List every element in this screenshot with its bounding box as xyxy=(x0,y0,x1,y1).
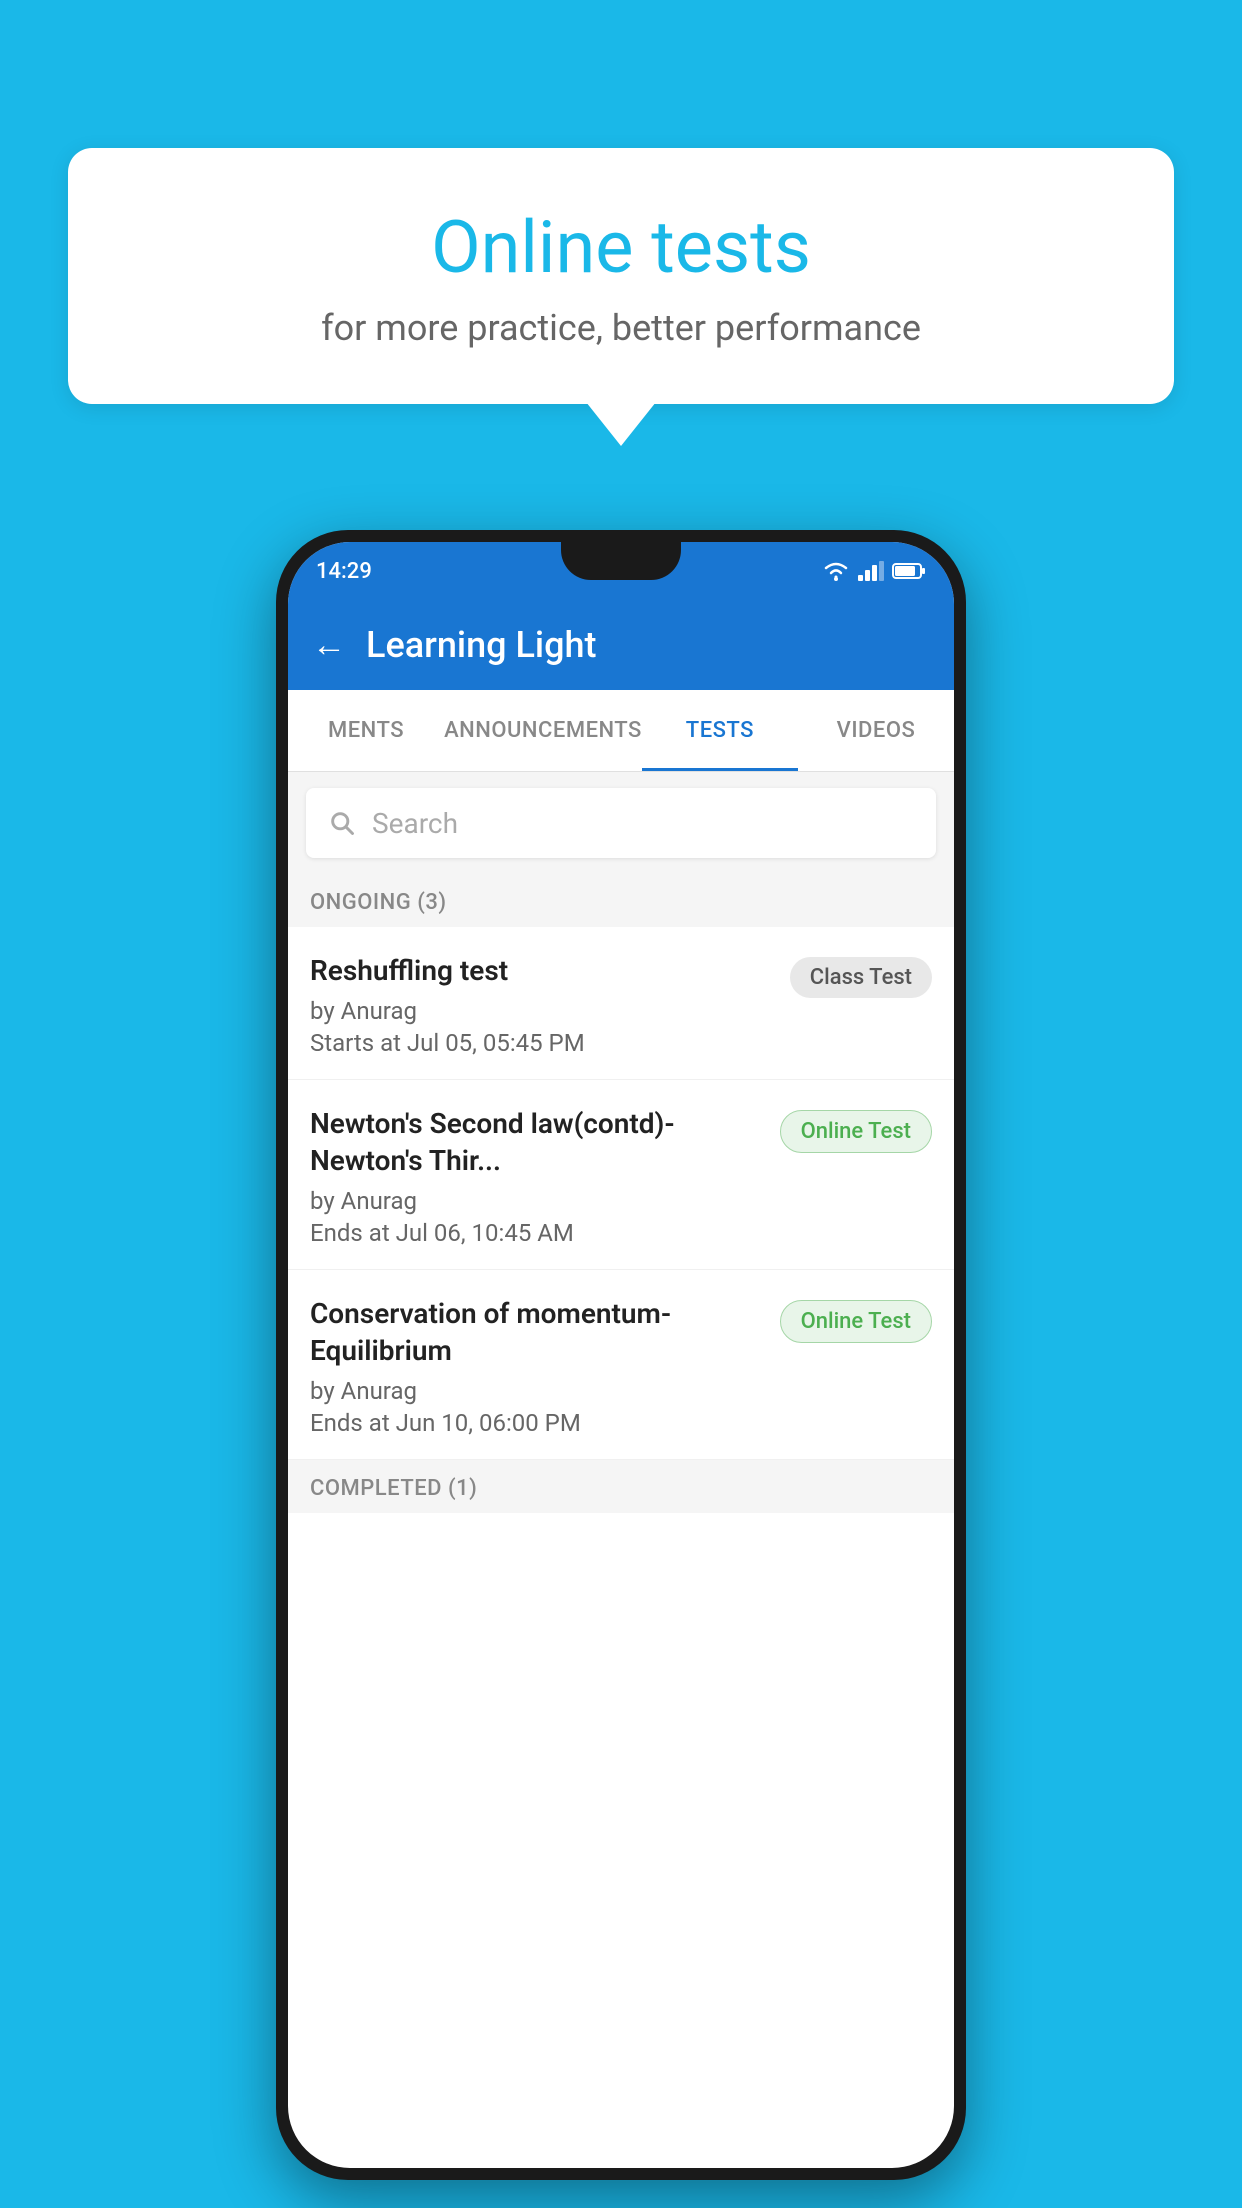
bubble-subtitle: for more practice, better performance xyxy=(118,307,1124,349)
tab-ments[interactable]: MENTS xyxy=(288,690,444,771)
test-badge-2: Online Test xyxy=(780,1110,932,1153)
status-time: 14:29 xyxy=(316,559,372,584)
test-author-3: by Anurag xyxy=(310,1377,764,1405)
battery-icon xyxy=(892,562,926,580)
test-item-1[interactable]: Reshuffling test by Anurag Starts at Jul… xyxy=(288,927,954,1080)
ongoing-section-header: ONGOING (3) xyxy=(288,874,954,927)
tab-videos[interactable]: VIDEOS xyxy=(798,690,954,771)
wifi-icon xyxy=(822,560,850,582)
signal-icon xyxy=(858,561,884,581)
speech-bubble-container: Online tests for more practice, better p… xyxy=(68,148,1174,404)
bubble-title: Online tests xyxy=(118,208,1124,287)
test-item-2[interactable]: Newton's Second law(contd)-Newton's Thir… xyxy=(288,1080,954,1270)
test-info-3: Conservation of momentum-Equilibrium by … xyxy=(310,1296,780,1437)
notch xyxy=(561,542,681,580)
tab-tests[interactable]: TESTS xyxy=(642,690,798,771)
test-time-2: Ends at Jul 06, 10:45 AM xyxy=(310,1219,764,1247)
tabs-bar: MENTS ANNOUNCEMENTS TESTS VIDEOS xyxy=(288,690,954,772)
completed-section-header: COMPLETED (1) xyxy=(288,1460,954,1513)
speech-bubble: Online tests for more practice, better p… xyxy=(68,148,1174,404)
test-info-1: Reshuffling test by Anurag Starts at Jul… xyxy=(310,953,790,1057)
status-bar: 14:29 xyxy=(288,542,954,600)
test-info-2: Newton's Second law(contd)-Newton's Thir… xyxy=(310,1106,780,1247)
test-list: Reshuffling test by Anurag Starts at Jul… xyxy=(288,927,954,1460)
test-name-3: Conservation of momentum-Equilibrium xyxy=(310,1296,764,1369)
app-bar: ← Learning Light xyxy=(288,600,954,690)
test-author-1: by Anurag xyxy=(310,997,774,1025)
test-name-2: Newton's Second law(contd)-Newton's Thir… xyxy=(310,1106,764,1179)
ongoing-label: ONGOING (3) xyxy=(310,890,447,915)
completed-label: COMPLETED (1) xyxy=(310,1476,477,1501)
tab-announcements[interactable]: ANNOUNCEMENTS xyxy=(444,690,642,771)
status-icons xyxy=(822,560,926,582)
test-author-2: by Anurag xyxy=(310,1187,764,1215)
app-bar-title: Learning Light xyxy=(366,624,596,666)
test-time-3: Ends at Jun 10, 06:00 PM xyxy=(310,1409,764,1437)
test-badge-1: Class Test xyxy=(790,957,932,998)
phone-inner: 14:29 xyxy=(288,542,954,2168)
search-bar-container: Search xyxy=(288,772,954,874)
phone-frame: 14:29 xyxy=(276,530,966,2180)
test-time-1: Starts at Jul 05, 05:45 PM xyxy=(310,1029,774,1057)
search-icon xyxy=(328,809,356,837)
search-input-placeholder: Search xyxy=(372,807,458,840)
test-item-3[interactable]: Conservation of momentum-Equilibrium by … xyxy=(288,1270,954,1460)
search-bar[interactable]: Search xyxy=(306,788,936,858)
test-badge-3: Online Test xyxy=(780,1300,932,1343)
test-name-1: Reshuffling test xyxy=(310,953,774,989)
back-button[interactable]: ← xyxy=(312,625,346,665)
